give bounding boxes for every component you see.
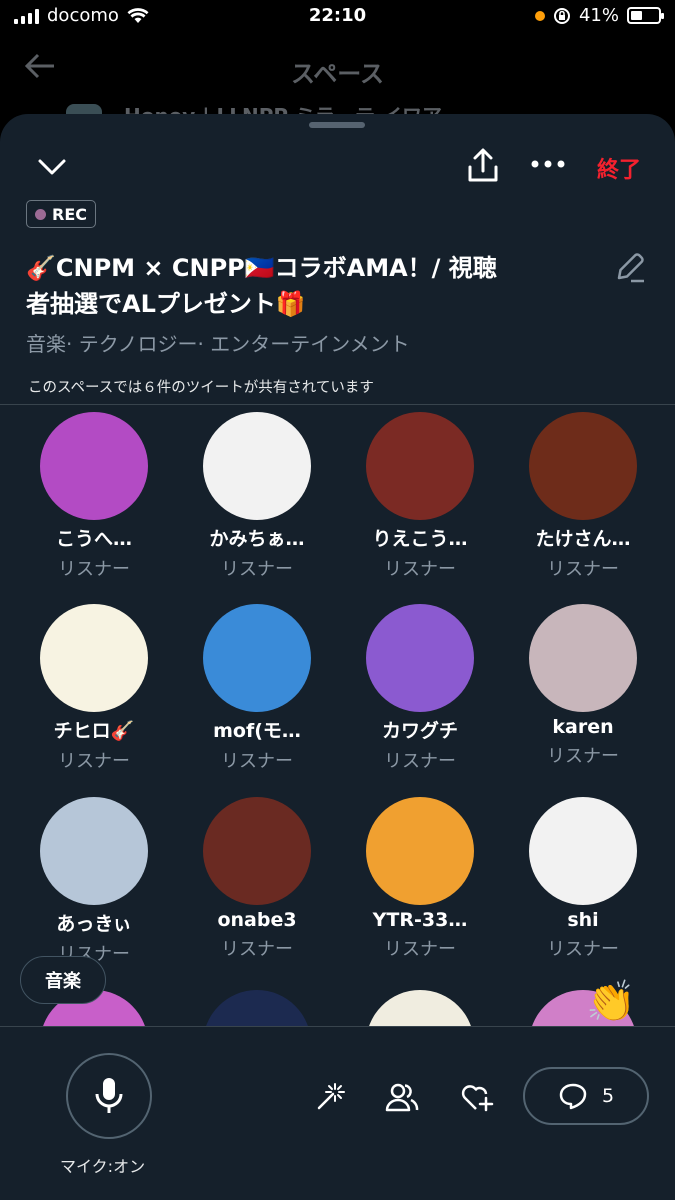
comments-button[interactable]: 5	[523, 1067, 649, 1125]
bottom-controls: マイク:オン 5	[0, 1026, 675, 1200]
mic-status-label: マイク:オン	[60, 1157, 146, 1176]
participant-role: リスナー	[384, 751, 456, 772]
participant-name: チヒロ🎸	[53, 720, 135, 742]
orientation-lock-icon	[553, 7, 570, 24]
participant[interactable]: karen リスナー	[503, 604, 663, 768]
avatar	[366, 604, 474, 712]
participant-role: リスナー	[221, 751, 293, 772]
participant-name: karen	[552, 716, 614, 738]
avatar	[40, 797, 148, 905]
participant[interactable]: あっきぃ リスナー	[14, 797, 174, 966]
topic-chip[interactable]: 音楽	[20, 956, 106, 1004]
participant-name: YTR-33…	[372, 909, 468, 931]
people-icon[interactable]	[384, 1079, 420, 1115]
participant-name: こうへ…	[55, 528, 132, 550]
avatar	[529, 604, 637, 712]
avatar	[203, 604, 311, 712]
status-bar: docomo 22:10 41%	[0, 0, 675, 34]
more-options-icon[interactable]	[530, 154, 566, 174]
participant-role: リスナー	[58, 559, 130, 580]
space-title: 🎸CNPM × CNPP🇵🇭コラボAMA！/ 視聴 者抽選でALプレゼント🎁	[26, 250, 596, 322]
participant[interactable]: YTR-33… リスナー	[340, 797, 500, 961]
participant-role: リスナー	[221, 939, 293, 960]
rec-label: REC	[52, 204, 87, 224]
rec-dot-icon	[35, 208, 46, 220]
avatar	[529, 412, 637, 520]
avatar	[366, 412, 474, 520]
participant-role: リスナー	[547, 939, 619, 960]
participant[interactable]	[177, 990, 337, 1026]
participant-role: リスナー	[384, 939, 456, 960]
participant[interactable]: mof(モ… リスナー	[177, 604, 337, 773]
participant[interactable]	[503, 990, 663, 1026]
space-title-line-1: 🎸CNPM × CNPP🇵🇭コラボAMA！/ 視聴	[26, 254, 497, 282]
participant-role: リスナー	[547, 559, 619, 580]
avatar	[203, 412, 311, 520]
heart-plus-icon[interactable]	[459, 1079, 495, 1115]
avatar	[366, 990, 474, 1026]
clap-reaction-icon: 👏	[586, 979, 636, 1025]
collapse-chevron-icon[interactable]	[36, 152, 68, 182]
avatar	[203, 990, 311, 1026]
background-title: スペース	[290, 60, 385, 88]
battery-percent: 41%	[578, 5, 619, 26]
comment-bubble-icon	[559, 1083, 587, 1110]
background-header: スペース Honey | LLNPP ミラーテ イワア	[0, 38, 675, 118]
shared-tweets-notice[interactable]: このスペースでは６件のツイートが共有されています	[28, 376, 374, 397]
sheet-toolbar: 終了	[0, 144, 675, 188]
sheet-grabber[interactable]	[309, 122, 365, 128]
participant-role: リスナー	[384, 559, 456, 580]
participant[interactable]: かみちぁ… リスナー	[177, 412, 337, 581]
participant-name: shi	[567, 909, 599, 931]
effects-wand-icon[interactable]	[312, 1079, 348, 1115]
participant-name: たけさん…	[535, 528, 631, 550]
share-icon[interactable]	[466, 146, 500, 184]
avatar	[366, 797, 474, 905]
edit-pencil-icon[interactable]	[613, 250, 647, 288]
space-sheet: 終了 REC 🎸CNPM × CNPP🇵🇭コラボAMA！/ 視聴 者抽選でALプ…	[0, 114, 675, 1200]
participant[interactable]: onabe3 リスナー	[177, 797, 337, 961]
participant-name: mof(モ…	[213, 720, 301, 742]
participant[interactable]: shi リスナー	[503, 797, 663, 961]
microphone-icon	[95, 1078, 123, 1113]
space-topics: 音楽· テクノロジー· エンターテインメント	[26, 332, 410, 356]
space-title-line-2: 者抽選でALプレゼント🎁	[26, 290, 306, 318]
participant-name: あっきぃ	[56, 913, 132, 935]
participant-role: リスナー	[58, 751, 130, 772]
avatar	[529, 797, 637, 905]
participant[interactable]: たけさん… リスナー	[503, 412, 663, 581]
participant-name: かみちぁ…	[209, 528, 305, 550]
participants-grid: こうへ… リスナー かみちぁ… リスナー りえこう… リスナー たけさん… リスナー チヒロ🎸 リ…	[0, 404, 675, 1026]
end-space-button[interactable]: 終了	[597, 152, 641, 184]
participant[interactable]	[340, 990, 500, 1026]
battery-icon	[627, 7, 664, 24]
avatar	[40, 412, 148, 520]
participant[interactable]: チヒロ🎸 リスナー	[14, 604, 174, 773]
comment-count: 5	[601, 1085, 615, 1107]
participant[interactable]: カワグチ リスナー	[340, 604, 500, 773]
avatar	[203, 797, 311, 905]
participant[interactable]: りえこう… リスナー	[340, 412, 500, 581]
microphone-button[interactable]	[66, 1053, 152, 1139]
rec-badge: REC	[26, 200, 96, 228]
participant-name: カワグチ	[381, 720, 458, 742]
participant-name: onabe3	[217, 909, 297, 931]
participant-name: りえこう…	[372, 528, 468, 550]
participant[interactable]: こうへ… リスナー	[14, 412, 174, 581]
avatar	[40, 604, 148, 712]
participant-role: リスナー	[547, 746, 619, 767]
mic-in-use-indicator	[534, 10, 545, 21]
participant-role: リスナー	[221, 559, 293, 580]
